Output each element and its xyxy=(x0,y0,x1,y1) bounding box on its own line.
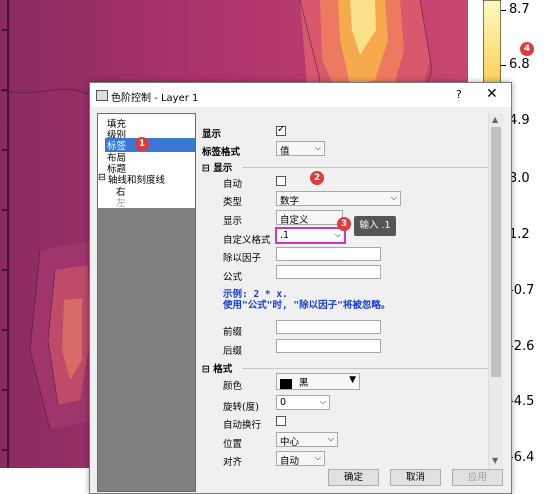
tick-label: -6.4 xyxy=(509,450,535,465)
panel-scrollbar[interactable]: ▲ ▼ xyxy=(488,113,503,468)
prefix-input[interactable] xyxy=(276,320,381,334)
tick-label: -0.7 xyxy=(509,283,535,298)
chevron-down-icon: ⌵ xyxy=(314,143,321,152)
type-select[interactable]: 数字 ⌵ xyxy=(276,191,401,207)
align-select[interactable]: 自动 ⌵ xyxy=(276,451,325,467)
apply-button[interactable]: 应用 xyxy=(452,469,503,486)
tree-item-left[interactable]: 左 xyxy=(116,195,126,209)
scroll-up-icon[interactable]: ▲ xyxy=(492,115,498,124)
tick-label: 1.2 xyxy=(509,227,530,242)
divider xyxy=(242,368,497,369)
dropdown-triangle-icon: ▼ xyxy=(349,375,356,385)
tick-label: 8.7 xyxy=(509,2,530,17)
suffix-input[interactable] xyxy=(276,339,381,353)
custom-format-label: 自定义格式 xyxy=(223,235,271,246)
settings-panel: 显示 ✓ 标签格式 值 ⌵ ⊟ 显示 自动 类型 数字 ⌵ 显示 自定义 自定义… xyxy=(196,113,503,468)
annotation-badge-1: 1 xyxy=(135,137,149,151)
tick-mark xyxy=(501,65,506,66)
rotate-input[interactable]: 0 ⌵ xyxy=(276,395,330,410)
label-format-label: 标签格式 xyxy=(202,147,241,158)
dialog-titlebar[interactable]: 色阶控制 - Layer 1 ? ✕ xyxy=(90,83,511,107)
label-format-select[interactable]: 值 ⌵ xyxy=(276,141,325,157)
window-icon xyxy=(96,90,108,101)
type-label: 类型 xyxy=(223,197,243,208)
close-icon[interactable]: ✕ xyxy=(486,86,498,102)
section-display-title: 显示 xyxy=(213,163,233,174)
section-display-header[interactable]: ⊟ 显示 xyxy=(202,160,232,174)
rotate-label: 旋转(度) xyxy=(223,402,259,413)
display-checkbox[interactable]: ✓ xyxy=(276,124,286,136)
position-select[interactable]: 中心 ⌵ xyxy=(276,432,338,448)
check-mark-icon: ✓ xyxy=(277,124,286,135)
custom-format-value: .1 xyxy=(280,230,290,241)
annotation-badge-2: 2 xyxy=(310,171,324,185)
formula-hint-note: 使用"公式"时, "除以因子"将被忽略。 xyxy=(223,300,391,311)
divider xyxy=(242,167,497,168)
input-hint-tooltip: 输入 .1 xyxy=(354,216,396,236)
ok-button[interactable]: 确定 xyxy=(328,469,379,486)
position-label: 位置 xyxy=(223,439,243,450)
prefix-label: 前缀 xyxy=(223,327,243,338)
section-format-header[interactable]: ⊟ 格式 xyxy=(202,361,232,375)
chevron-down-icon: ⌵ xyxy=(319,397,326,406)
rotate-value: 0 xyxy=(280,397,287,408)
cancel-button[interactable]: 取消 xyxy=(390,469,441,486)
align-label: 对齐 xyxy=(223,457,243,468)
dialog-title: 色阶控制 - Layer 1 xyxy=(111,93,199,104)
color-label: 颜色 xyxy=(223,381,243,392)
color-select[interactable]: 黑 ▼ xyxy=(276,373,360,390)
scroll-thumb[interactable] xyxy=(491,127,501,377)
tick-label: 6.8 xyxy=(509,57,530,72)
divide-factor-label: 除以因子 xyxy=(223,253,262,264)
chevron-down-icon: ⌵ xyxy=(334,230,341,239)
type-value: 数字 xyxy=(280,196,300,207)
annotation-badge-4: 4 xyxy=(520,42,534,56)
wrap-label: 自动换行 xyxy=(223,420,262,431)
position-value: 中心 xyxy=(280,437,300,448)
chevron-down-icon: ⌵ xyxy=(390,193,397,202)
color-value: 黑 xyxy=(299,378,309,389)
display-mode-value: 自定义 xyxy=(280,215,309,226)
suffix-label: 后缀 xyxy=(223,346,243,357)
display-mode-select[interactable]: 自定义 xyxy=(276,210,343,226)
custom-format-input[interactable]: .1 ⌵ xyxy=(275,227,346,244)
tick-label: -4.5 xyxy=(509,394,535,409)
help-button[interactable]: ? xyxy=(456,88,462,101)
formula-label: 公式 xyxy=(223,272,243,283)
chevron-down-icon: ⌵ xyxy=(314,453,321,462)
divide-factor-input[interactable] xyxy=(276,247,381,261)
annotation-badge-3: 3 xyxy=(337,217,351,231)
tick-mark xyxy=(501,10,506,11)
chevron-down-icon: ⌵ xyxy=(327,434,334,443)
color-swatch xyxy=(280,378,292,389)
label-format-value: 值 xyxy=(280,146,290,157)
align-value: 自动 xyxy=(280,456,300,467)
formula-input[interactable] xyxy=(276,265,381,279)
auto-label: 自动 xyxy=(223,179,243,190)
display-label: 显示 xyxy=(202,129,222,140)
scroll-down-icon[interactable]: ▼ xyxy=(492,456,498,465)
color-scale-control-dialog: 色阶控制 - Layer 1 ? ✕ 填充 级别 标签 布局 标题 ⊟ 轴线和刻… xyxy=(89,82,512,494)
tree-expand-icon[interactable]: ⊟ xyxy=(98,172,106,183)
display-mode-label: 显示 xyxy=(223,216,243,227)
auto-checkbox[interactable] xyxy=(276,176,286,186)
settings-tree: 填充 级别 标签 布局 标题 ⊟ 轴线和刻度线 右 左 xyxy=(97,113,196,492)
section-format-title: 格式 xyxy=(213,364,233,375)
tick-label: 4.9 xyxy=(509,113,530,128)
tick-label: 3.0 xyxy=(509,171,530,186)
wrap-checkbox[interactable] xyxy=(276,416,286,426)
tick-label: -2.6 xyxy=(509,339,535,354)
